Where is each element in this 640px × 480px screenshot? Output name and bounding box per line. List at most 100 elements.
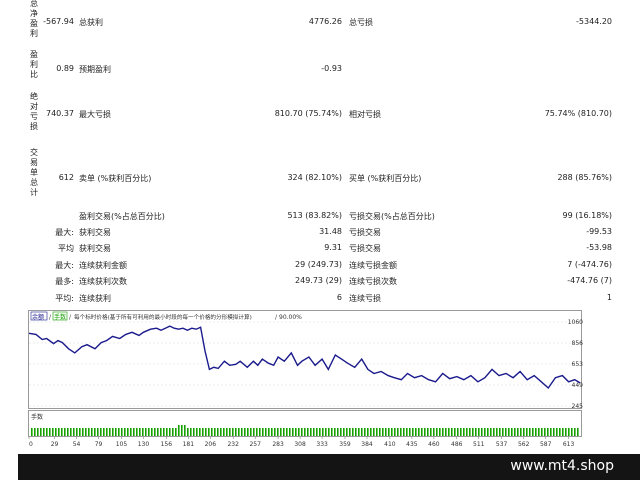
volume-bar	[301, 428, 303, 436]
volume-bar	[268, 428, 270, 436]
volume-bar	[139, 428, 141, 436]
maximal-consecutive-profit-value: 249.73 (29)	[295, 276, 342, 285]
largest-loss-label: 亏损交易	[349, 228, 381, 237]
volume-bar	[526, 428, 528, 436]
maximal-consecutive-loss-value: -474.76 (7)	[567, 276, 612, 285]
volume-bar	[562, 428, 564, 436]
volume-bar	[136, 428, 138, 436]
volume-bar	[307, 428, 309, 436]
average-consecutive-prefix: 平均:	[55, 294, 74, 303]
volume-bar	[574, 428, 576, 436]
volume-bar	[364, 428, 366, 436]
volume-bar	[40, 428, 42, 436]
volume-bar	[148, 428, 150, 436]
volume-bar	[34, 428, 36, 436]
volume-bar	[79, 428, 81, 436]
volume-bar	[124, 428, 126, 436]
volume-bar	[424, 428, 426, 436]
volume-bar	[520, 428, 522, 436]
volume-bar	[265, 428, 267, 436]
short-positions-value: 324 (82.10%)	[287, 173, 342, 182]
max-consecutive-losses-label: 连续亏损金额	[349, 261, 397, 270]
footer-bar: www.mt4.shop	[18, 454, 640, 480]
expected-payoff-label: 预期盈利	[79, 65, 111, 74]
x-tick-label: 0	[29, 441, 33, 448]
legend-volume-chip-label: 手数	[54, 313, 66, 321]
volume-bar	[571, 428, 573, 436]
volume-bar	[115, 428, 117, 436]
volume-bar	[439, 428, 441, 436]
x-tick-label: 562	[518, 441, 530, 448]
volume-bar	[319, 428, 321, 436]
volume-bar	[127, 428, 129, 436]
loss-trades-value: 99 (16.18%)	[562, 211, 612, 220]
volume-bar	[91, 428, 93, 436]
volume-bar	[523, 428, 525, 436]
x-tick-label: 435	[406, 441, 418, 448]
profit-trades-value: 513 (83.82%)	[287, 211, 342, 220]
volume-bar	[406, 428, 408, 436]
volume-bar	[568, 428, 570, 436]
y-tick-label: 653	[572, 361, 584, 368]
volume-bar	[400, 428, 402, 436]
volume-bar	[280, 428, 282, 436]
x-tick-label: 333	[316, 441, 328, 448]
volume-bar	[112, 428, 114, 436]
volume-bar	[505, 428, 507, 436]
x-tick-label: 257	[249, 441, 261, 448]
x-tick-label: 359	[339, 441, 351, 448]
volume-bar	[409, 428, 411, 436]
volume-bar	[160, 428, 162, 436]
volume-bar	[487, 428, 489, 436]
volume-bar	[514, 428, 516, 436]
gross-loss-label: 总亏损	[349, 18, 373, 27]
abs-drawdown-side-label: 绝对亏损	[30, 92, 38, 131]
volume-bar	[289, 428, 291, 436]
x-tick-label: 486	[451, 441, 463, 448]
volume-bar	[277, 428, 279, 436]
average-profit-value: 9.31	[324, 243, 342, 252]
abs-drawdown-value: 740.37	[46, 109, 74, 118]
volume-bar	[553, 428, 555, 436]
volume-bar	[67, 428, 69, 436]
x-tick-label: 79	[95, 441, 103, 448]
volume-bar	[367, 428, 369, 436]
profit-trades-label: 盈利交易(%占总百分比)	[79, 212, 165, 221]
volume-bar	[559, 428, 561, 436]
gross-profit-value: 4776.26	[308, 17, 342, 26]
volume-bar	[196, 428, 198, 436]
volume-bar	[259, 428, 261, 436]
volume-bar	[37, 428, 39, 436]
volume-bar	[295, 428, 297, 436]
volume-bar	[370, 428, 372, 436]
x-tick-label: 537	[496, 441, 508, 448]
volume-bar	[478, 428, 480, 436]
volume-bar	[355, 428, 357, 436]
volume-bar	[253, 428, 255, 436]
loss-trades-label: 亏损交易(%占总百分比)	[349, 212, 435, 221]
x-tick-label: 232	[227, 441, 239, 448]
volume-bar	[373, 428, 375, 436]
x-tick-label: 410	[384, 441, 396, 448]
volume-bar	[292, 428, 294, 436]
volume-bar	[541, 428, 543, 436]
volume-bar	[286, 428, 288, 436]
volume-bar	[421, 428, 423, 436]
balance-chart-svg: 1060 856 653 449 245 0 29 54 79 105 130 156 181 206 2…	[28, 310, 584, 448]
volume-bar	[193, 428, 195, 436]
volume-bar	[166, 428, 168, 436]
volume-bar	[274, 428, 276, 436]
volume-bar	[154, 428, 156, 436]
volume-bar	[118, 428, 120, 436]
volume-bar	[43, 428, 45, 436]
volume-bar	[502, 428, 504, 436]
volume-bar	[217, 428, 219, 436]
volume-panel-label: 手数	[31, 413, 43, 421]
profit-factor-side-label: 盈利比	[30, 50, 38, 79]
largest-loss-value: -99.53	[586, 227, 612, 236]
average-profit-label: 获利交易	[79, 244, 111, 253]
volume-bar	[499, 428, 501, 436]
largest-profit-label: 获利交易	[79, 228, 111, 237]
volume-bar	[109, 428, 111, 436]
balance-chart: 1060 856 653 449 245 0 29 54 79 105 130 156 181 206 2…	[28, 310, 584, 448]
